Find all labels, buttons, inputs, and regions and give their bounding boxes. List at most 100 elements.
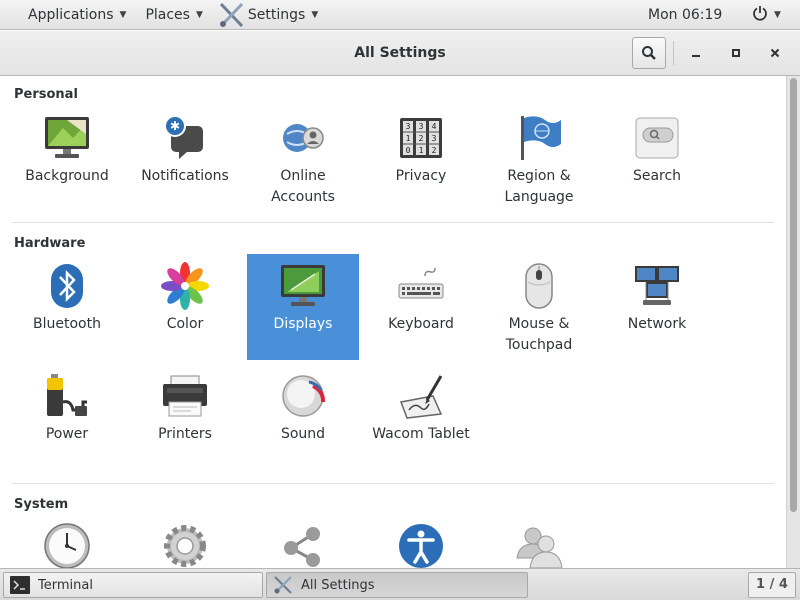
panel-label: Search	[632, 168, 682, 184]
displays-icon	[281, 265, 325, 306]
panel-printers[interactable]: Printers	[129, 372, 241, 478]
section-title-hardware: Hardware	[14, 236, 86, 251]
privacy-icon: 3 3 4 1 2 3 0 1 2	[400, 118, 442, 158]
panel-background[interactable]: Background	[11, 114, 123, 220]
svg-text:3: 3	[406, 122, 411, 131]
panel-details[interactable]	[129, 522, 241, 568]
section-title-system: System	[14, 497, 69, 512]
svg-text:✱: ✱	[170, 119, 180, 133]
panel-notifications[interactable]: ✱ Notifications	[129, 114, 241, 220]
vertical-scrollbar[interactable]	[786, 76, 800, 568]
panel-label: Notifications	[141, 168, 229, 184]
color-icon	[161, 262, 209, 310]
panel-network[interactable]: Network	[601, 254, 713, 360]
svg-text:3: 3	[419, 122, 424, 131]
search-icon	[642, 46, 656, 60]
settings-tools-icon	[218, 2, 246, 28]
panel-online-accounts[interactable]: Online Accounts	[247, 114, 359, 220]
window-list-bar: Terminal All Settings 1 / 4	[0, 568, 800, 600]
app-menu[interactable]: Settings ▼	[212, 0, 327, 30]
panel-label: Privacy	[395, 168, 447, 184]
power-battery-icon	[47, 374, 87, 416]
chevron-down-icon: ▼	[311, 9, 319, 20]
system-menu[interactable]: ▼	[752, 0, 781, 30]
section-separator	[12, 222, 774, 223]
panel-displays[interactable]: Displays	[247, 254, 359, 360]
panel-label: Power	[45, 426, 89, 442]
chevron-down-icon: ▼	[774, 10, 781, 20]
gear-icon	[164, 525, 206, 567]
task-all-settings[interactable]: All Settings	[266, 572, 528, 598]
panel-bluetooth[interactable]: Bluetooth	[11, 254, 123, 360]
panel-users[interactable]	[483, 522, 595, 568]
clock-icon	[44, 523, 90, 568]
accessibility-icon	[399, 524, 443, 568]
panel-mouse-touchpad[interactable]: Mouse & Touchpad	[483, 254, 595, 360]
chevron-down-icon: ▼	[195, 9, 203, 20]
online-accounts-icon	[283, 124, 324, 152]
scrollbar-thumb[interactable]	[790, 78, 797, 512]
minimize-button[interactable]	[681, 38, 711, 68]
panel-sharing[interactable]	[247, 522, 359, 568]
sound-icon	[282, 375, 326, 417]
panel-privacy[interactable]: 3 3 4 1 2 3 0 1 2 Privacy	[365, 114, 477, 220]
bluetooth-icon	[51, 264, 83, 308]
applications-label: Applications	[28, 6, 114, 23]
users-icon	[516, 527, 563, 568]
section-title-personal: Personal	[14, 87, 78, 102]
panel-label: Printers	[158, 426, 212, 442]
panel-label: Bluetooth	[33, 316, 101, 332]
panel-keyboard[interactable]: Keyboard	[365, 254, 477, 360]
header-separator	[673, 41, 674, 65]
panel-power[interactable]: Power	[11, 372, 123, 478]
panel-region-language[interactable]: Region & Language	[483, 114, 595, 220]
places-label: Places	[145, 6, 190, 23]
panel-label: Color	[166, 316, 204, 332]
background-icon	[45, 117, 89, 158]
window-header: All Settings	[0, 30, 800, 76]
panel-label: Mouse & Touchpad	[505, 316, 573, 353]
window-title: All Settings	[354, 45, 446, 61]
panel-sound[interactable]: Sound	[247, 372, 359, 478]
svg-text:1: 1	[419, 146, 424, 155]
close-button[interactable]	[760, 38, 790, 68]
task-terminal[interactable]: Terminal	[3, 572, 263, 598]
notifications-icon: ✱	[164, 115, 203, 159]
maximize-button[interactable]	[721, 38, 751, 68]
svg-text:2: 2	[419, 134, 424, 143]
panel-label: Region & Language	[504, 168, 574, 205]
svg-text:0: 0	[406, 146, 411, 155]
maximize-icon	[732, 49, 740, 57]
panel-label: Wacom Tablet	[372, 426, 470, 442]
app-label: Settings	[247, 6, 306, 23]
panel-label: Background	[25, 168, 109, 184]
panel-label: Online Accounts	[271, 168, 335, 205]
places-menu[interactable]: Places ▼	[135, 0, 211, 30]
power-icon	[752, 5, 768, 25]
panel-search[interactable]: Search	[601, 114, 713, 220]
close-icon	[770, 48, 780, 58]
panel-date-time[interactable]	[11, 522, 123, 568]
chevron-down-icon: ▼	[119, 9, 127, 20]
keyboard-icon	[398, 267, 444, 299]
settings-icon	[274, 576, 292, 594]
search-button[interactable]	[632, 37, 666, 69]
workspace-switcher[interactable]: 1 / 4	[748, 572, 796, 598]
network-icon	[635, 266, 679, 305]
search-icon	[635, 117, 679, 159]
panel-color[interactable]: Color	[129, 254, 241, 360]
wacom-tablet-icon	[399, 375, 443, 419]
minimize-icon	[692, 55, 700, 57]
task-label: Terminal	[38, 577, 93, 593]
clock[interactable]: Mon 06:19	[648, 0, 722, 30]
applications-menu[interactable]: Applications ▼	[0, 0, 135, 30]
section-separator	[12, 483, 774, 484]
panel-wacom-tablet[interactable]: Wacom Tablet	[365, 372, 477, 478]
panel-label: Sound	[280, 426, 326, 442]
top-panel: Applications ▼ Places ▼ Settings ▼ Mon 0…	[0, 0, 800, 30]
mouse-icon	[525, 263, 553, 309]
panel-universal-access[interactable]	[365, 522, 477, 568]
task-label: All Settings	[301, 577, 375, 593]
svg-text:4: 4	[432, 122, 437, 131]
settings-overview: Personal Background ✱ Notifications Onli…	[0, 76, 786, 568]
